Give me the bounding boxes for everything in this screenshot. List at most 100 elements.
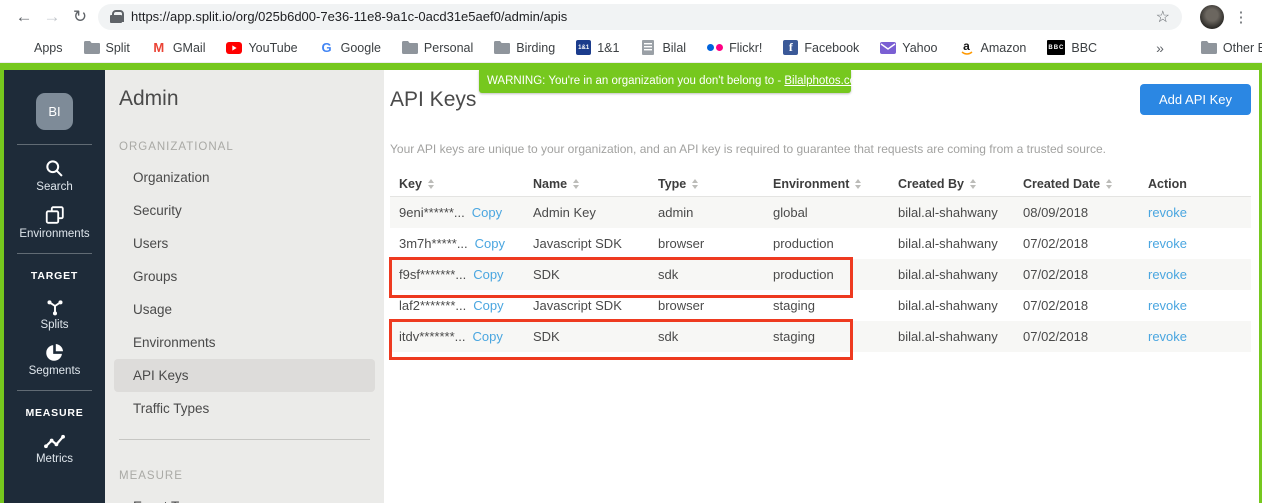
- key-name: SDK: [533, 267, 658, 282]
- sidebar-item-environments[interactable]: Environments: [4, 204, 105, 240]
- browser-menu-icon[interactable]: ⋮: [1230, 8, 1252, 26]
- bookmark-personal[interactable]: Personal: [402, 40, 473, 56]
- key-created-by: bilal.al-shahwany: [898, 205, 1023, 220]
- key-created-by: bilal.al-shahwany: [898, 236, 1023, 251]
- admin-title: Admin: [119, 87, 384, 111]
- bookmark-facebook[interactable]: f Facebook: [783, 40, 859, 55]
- document-icon: [640, 40, 656, 56]
- sidebar-item-splits[interactable]: Splits: [4, 295, 105, 331]
- table-header-row: Key Name Type Environment Created By Cre…: [390, 171, 1251, 197]
- bookmark-flickr[interactable]: Flickr!: [707, 40, 762, 56]
- browser-chrome: ← → ↻ https://app.split.io/org/025b6d00-…: [0, 0, 1262, 63]
- folder-icon: [84, 40, 100, 56]
- bookmarks-overflow-chevron[interactable]: »: [1156, 40, 1164, 56]
- warning-org-link[interactable]: Bilalphotos.com: [784, 75, 865, 87]
- primary-sidebar: BI Search Environments TARGET Splits Seg…: [4, 70, 105, 503]
- segments-icon: [44, 342, 65, 363]
- flickr-icon: [707, 40, 723, 56]
- oneandone-icon: 1&1: [576, 40, 591, 55]
- sort-icon: [692, 179, 698, 189]
- bookmark-bilal[interactable]: Bilal: [640, 40, 686, 56]
- back-icon[interactable]: ←: [10, 7, 38, 27]
- sidebar-divider: [17, 253, 92, 254]
- api-key-value: 3m7h*****...: [399, 236, 468, 251]
- bookmark-1and1[interactable]: 1&1 1&1: [576, 40, 619, 55]
- bookmark-split[interactable]: Split: [84, 40, 130, 56]
- admin-section-organizational: ORGANIZATIONAL: [119, 141, 384, 153]
- bookmark-google[interactable]: G Google: [319, 40, 381, 56]
- key-created-date: 07/02/2018: [1023, 329, 1148, 344]
- admin-item-security[interactable]: Security: [114, 194, 375, 227]
- forward-icon[interactable]: →: [38, 7, 66, 27]
- gmail-icon: M: [151, 40, 167, 56]
- bookmark-star-icon[interactable]: ☆: [1156, 7, 1170, 27]
- bookmark-bbc[interactable]: BBC BBC: [1047, 40, 1097, 55]
- key-created-date: 07/02/2018: [1023, 267, 1148, 282]
- copy-link[interactable]: Copy: [472, 329, 502, 344]
- apps-grid-icon: [12, 40, 28, 56]
- metrics-icon: [43, 432, 66, 451]
- sidebar-section-measure: MEASURE: [4, 407, 105, 419]
- key-type: browser: [658, 236, 773, 251]
- org-avatar[interactable]: BI: [36, 93, 73, 130]
- api-keys-table: Key Name Type Environment Created By Cre…: [390, 171, 1251, 352]
- api-key-value: f9sf*******...: [399, 267, 466, 282]
- revoke-link[interactable]: revoke: [1148, 329, 1251, 344]
- folder-icon: [402, 40, 418, 56]
- column-header-created-by[interactable]: Created By: [898, 177, 1023, 191]
- column-header-name[interactable]: Name: [533, 177, 658, 191]
- revoke-link[interactable]: revoke: [1148, 236, 1251, 251]
- copy-link[interactable]: Copy: [473, 267, 503, 282]
- sort-icon: [573, 179, 579, 189]
- bookmark-amazon[interactable]: a Amazon: [959, 40, 1027, 56]
- add-api-key-button[interactable]: Add API Key: [1140, 84, 1251, 115]
- bookmark-youtube[interactable]: YouTube: [226, 40, 297, 56]
- table-row: f9sf*******...Copy SDK sdk production bi…: [390, 259, 1251, 290]
- admin-item-organization[interactable]: Organization: [114, 161, 375, 194]
- table-row: 9eni******...Copy Admin Key admin global…: [390, 197, 1251, 228]
- revoke-link[interactable]: revoke: [1148, 267, 1251, 282]
- column-header-type[interactable]: Type: [658, 177, 773, 191]
- url-text[interactable]: https://app.split.io/org/025b6d00-7e36-1…: [131, 9, 1148, 24]
- copy-link[interactable]: Copy: [475, 236, 505, 251]
- key-environment: production: [773, 236, 898, 251]
- column-header-key[interactable]: Key: [399, 177, 533, 191]
- table-row: laf2*******...Copy Javascript SDK browse…: [390, 290, 1251, 321]
- admin-item-api-keys[interactable]: API Keys: [114, 359, 375, 392]
- key-type: browser: [658, 298, 773, 313]
- amazon-icon: a: [959, 40, 975, 56]
- key-name: Javascript SDK: [533, 298, 658, 313]
- sidebar-item-metrics[interactable]: Metrics: [4, 432, 105, 465]
- api-key-value: 9eni******...: [399, 205, 465, 220]
- bookmark-apps[interactable]: Apps: [12, 40, 63, 56]
- lock-icon: [110, 10, 122, 24]
- bookmark-gmail[interactable]: M GMail: [151, 40, 206, 56]
- revoke-link[interactable]: revoke: [1148, 205, 1251, 220]
- admin-item-traffic-types[interactable]: Traffic Types: [114, 392, 375, 425]
- admin-item-groups[interactable]: Groups: [114, 260, 375, 293]
- column-header-created-date[interactable]: Created Date: [1023, 177, 1148, 191]
- sidebar-item-search[interactable]: Search: [4, 158, 105, 193]
- revoke-link[interactable]: revoke: [1148, 298, 1251, 313]
- url-bar[interactable]: https://app.split.io/org/025b6d00-7e36-1…: [98, 4, 1182, 30]
- key-created-date: 07/02/2018: [1023, 298, 1148, 313]
- key-type: sdk: [658, 329, 773, 344]
- main-content: WARNING: You're in an organization you d…: [384, 70, 1259, 503]
- other-bookmarks[interactable]: Other Bookmarks: [1201, 40, 1262, 56]
- admin-item-usage[interactable]: Usage: [114, 293, 375, 326]
- copy-link[interactable]: Copy: [473, 298, 503, 313]
- column-header-environment[interactable]: Environment: [773, 177, 898, 191]
- key-environment: global: [773, 205, 898, 220]
- sidebar-item-segments[interactable]: Segments: [4, 342, 105, 377]
- reload-icon[interactable]: ↻: [66, 7, 94, 27]
- copy-link[interactable]: Copy: [472, 205, 502, 220]
- admin-item-users[interactable]: Users: [114, 227, 375, 260]
- sort-icon: [428, 179, 434, 189]
- bookmark-yahoo[interactable]: Yahoo: [880, 40, 937, 56]
- bookmark-birding[interactable]: Birding: [494, 40, 555, 56]
- admin-item-environments[interactable]: Environments: [114, 326, 375, 359]
- browser-profile-avatar[interactable]: [1200, 5, 1224, 29]
- admin-item-event-types[interactable]: Event Types: [114, 490, 375, 503]
- table-row: itdv*******...Copy SDK sdk staging bilal…: [390, 321, 1251, 352]
- folder-icon: [1201, 40, 1217, 56]
